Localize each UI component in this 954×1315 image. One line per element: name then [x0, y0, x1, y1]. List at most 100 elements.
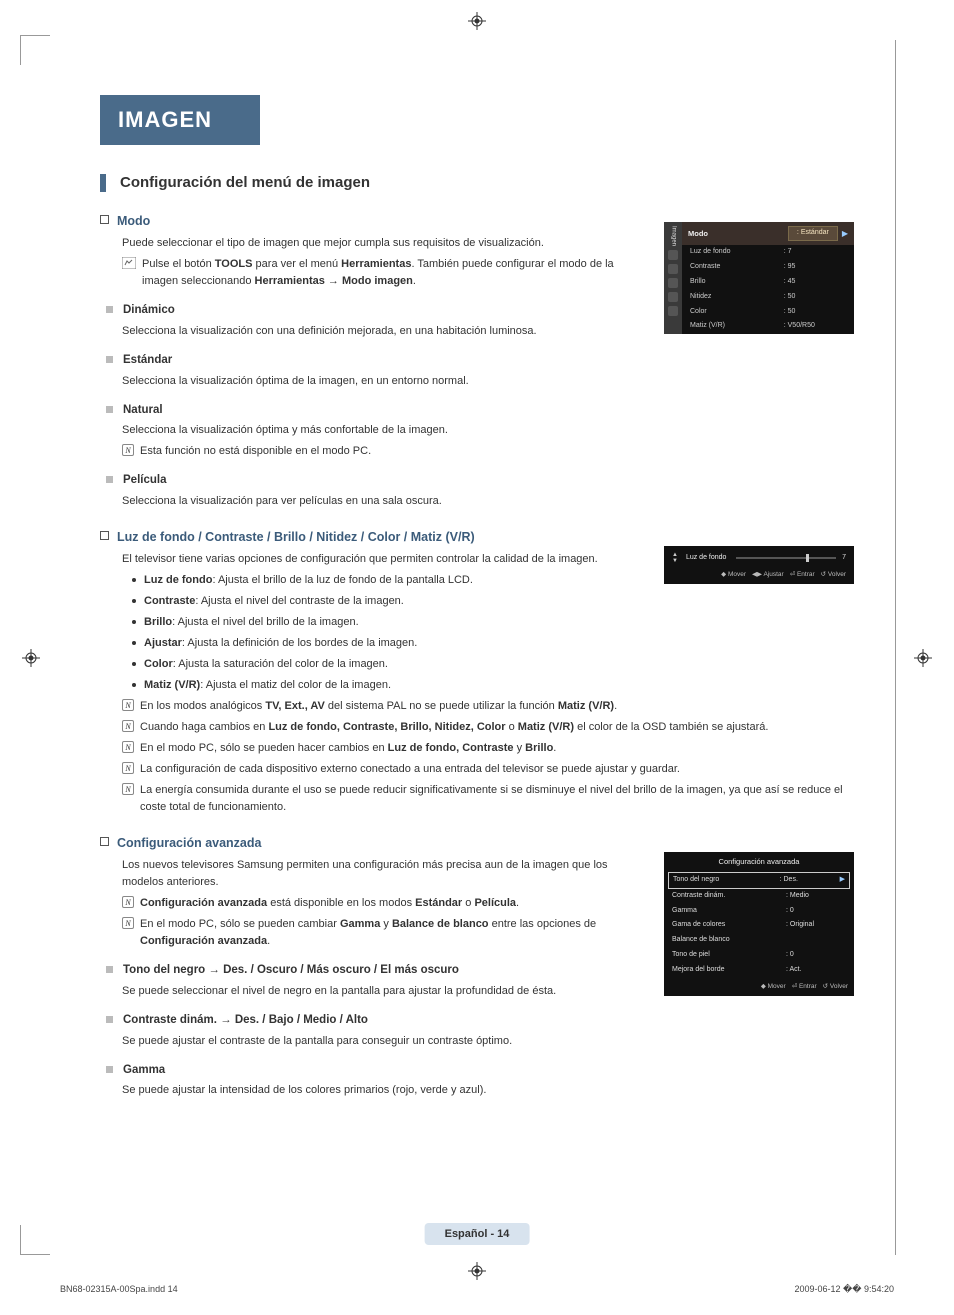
- osd-tab-icon: [668, 264, 678, 274]
- bullet-text: Ajustar: Ajusta la definición de los bor…: [144, 635, 417, 652]
- crop-line-right: [895, 40, 896, 1255]
- mode-desc: Selecciona la visualización para ver pel…: [122, 493, 854, 510]
- osd-modo-label: Modo: [688, 228, 708, 240]
- square-bullet-icon: [100, 837, 109, 846]
- mode-name: Dinámico: [123, 302, 175, 320]
- mode-name: Estándar: [123, 352, 172, 370]
- osd-adv-row: Contraste dinám.: Medio: [664, 889, 854, 904]
- note-text: Cuando haga cambios en Luz de fondo, Con…: [140, 719, 768, 736]
- section-heading-row: Configuración del menú de imagen: [100, 171, 854, 194]
- print-timestamp: 2009-06-12 �� 9:54:20: [794, 1284, 894, 1295]
- crop-mark-tl: [20, 35, 50, 65]
- tools-note-row: Pulse el botón TOOLS para ver el menú He…: [122, 256, 652, 290]
- note-icon: N: [122, 783, 134, 795]
- osd-cell: : 50: [776, 305, 854, 320]
- tools-icon: [122, 257, 136, 275]
- tools-note-text: Pulse el botón TOOLS para ver el menú He…: [142, 256, 652, 290]
- osd-modo-header-row: Modo : Estándar ▶: [682, 222, 854, 245]
- grey-square-icon: [106, 306, 113, 313]
- note-icon: N: [122, 699, 134, 711]
- page-footer: Español - 14: [425, 1223, 530, 1245]
- osd-side-tabs: Imagen: [664, 222, 682, 334]
- osd-cell: Color: [682, 305, 776, 320]
- osd-slider-track: [736, 557, 836, 559]
- note-row: N Esta función no está disponible en el …: [122, 443, 854, 460]
- sub-heading-text: Modo: [117, 212, 150, 231]
- note-text: En el modo PC, sólo se pueden cambiar Ga…: [140, 916, 652, 950]
- mode-name: Película: [123, 472, 166, 490]
- grey-square-icon: [106, 966, 113, 973]
- registration-mark-right: [914, 649, 932, 667]
- note-icon: N: [122, 917, 134, 929]
- osd-cell: Luz de fondo: [682, 245, 776, 260]
- sub-heading-text: Luz de fondo / Contraste / Brillo / Niti…: [117, 528, 475, 547]
- note-text: Configuración avanzada está disponible e…: [140, 895, 519, 912]
- osd-slider-panel: ▲▼ Luz de fondo 7 ◆ Mover ◀▶ Ajustar ⏎ E…: [664, 546, 854, 584]
- dot-bullet-icon: [132, 620, 136, 624]
- osd-adv-title: Configuración avanzada: [664, 852, 854, 872]
- osd-cell: : 95: [776, 260, 854, 275]
- osd-cell: : 45: [776, 275, 854, 290]
- chevron-right-icon: ▶: [842, 228, 848, 240]
- mode-desc: Selecciona la visualización óptima de la…: [122, 373, 854, 390]
- bullet-text: Luz de fondo: Ajusta el brillo de la luz…: [144, 572, 473, 589]
- note-icon: N: [122, 444, 134, 456]
- crop-mark-bl: [20, 1225, 50, 1255]
- osd-panel-modo: Imagen Modo : Estándar ▶: [664, 222, 854, 334]
- osd-adv-row: Balance de blanco: [664, 933, 854, 948]
- osd-cell: Nitidez: [682, 290, 776, 305]
- mode-name: Contraste dinám. → Des. / Bajo / Medio /…: [123, 1012, 368, 1030]
- osd-modo-table: Luz de fondo: 7 Contraste: 95 Brillo: 45…: [682, 245, 854, 334]
- note-icon: N: [122, 720, 134, 732]
- osd-adv-row-selected: Tono del negro: Des.▶: [668, 872, 850, 889]
- chapter-tab: IMAGEN: [100, 95, 260, 145]
- osd-modo-value: : Estándar: [788, 226, 838, 241]
- print-file: BN68-02315A-00Spa.indd 14: [60, 1284, 178, 1295]
- dot-bullet-icon: [132, 683, 136, 687]
- dot-bullet-icon: [132, 599, 136, 603]
- osd-cell: : 7: [776, 245, 854, 260]
- bullet-text: Color: Ajusta la saturación del color de…: [144, 656, 388, 673]
- osd-cell: Contraste: [682, 260, 776, 275]
- osd-side-label: Imagen: [668, 226, 677, 246]
- note-icon: N: [122, 896, 134, 908]
- mode-desc: Se puede ajustar la intensidad de los co…: [122, 1082, 854, 1099]
- note-icon: N: [122, 741, 134, 753]
- registration-mark-left: [22, 649, 40, 667]
- page-number-pill: Español - 14: [425, 1223, 530, 1245]
- osd-cell-dim: : V50/R50: [776, 319, 854, 334]
- section-bar-icon: [100, 174, 106, 192]
- print-info-line: BN68-02315A-00Spa.indd 14 2009-06-12 �� …: [60, 1284, 894, 1295]
- square-bullet-icon: [100, 215, 109, 224]
- bullet-text: Brillo: Ajusta el nivel del brillo de la…: [144, 614, 359, 631]
- osd-nav-hints: ◆ Mover ◀▶ Ajustar ⏎ Entrar ↺ Volver: [672, 570, 846, 580]
- note-text: En los modos analógicos TV, Ext., AV del…: [140, 698, 617, 715]
- dot-bullet-icon: [132, 578, 136, 582]
- bullet-text: Matiz (V/R): Ajusta el matiz del color d…: [144, 677, 391, 694]
- section-title: Configuración del menú de imagen: [120, 171, 370, 194]
- osd-nav-hints: ◆ Mover ⏎ Entrar ↺ Volver: [664, 978, 854, 996]
- osd-slider-thumb: [806, 554, 809, 562]
- osd-tab-icon: [668, 306, 678, 316]
- grey-square-icon: [106, 476, 113, 483]
- osd-cell-dim: Matiz (V/R): [682, 319, 776, 334]
- grey-square-icon: [106, 1016, 113, 1023]
- sub-heading-text: Configuración avanzada: [117, 834, 261, 853]
- bullet-text: Contraste: Ajusta el nivel del contraste…: [144, 593, 404, 610]
- osd-adv-row: Gamma: 0: [664, 904, 854, 919]
- grey-square-icon: [106, 406, 113, 413]
- dot-bullet-icon: [132, 641, 136, 645]
- osd-cell: : 50: [776, 290, 854, 305]
- chevron-right-icon: ▶: [840, 875, 845, 886]
- note-text: La configuración de cada dispositivo ext…: [140, 761, 680, 778]
- sub-heading-modo: Modo: [100, 212, 652, 231]
- registration-mark-top: [468, 12, 486, 30]
- osd-tab-icon: [668, 278, 678, 288]
- osd-adv-row: Gama de colores: Original: [664, 918, 854, 933]
- dot-bullet-icon: [132, 662, 136, 666]
- registration-mark-bottom: [468, 1262, 486, 1280]
- mode-name: Gamma: [123, 1062, 165, 1080]
- mode-desc: Se puede ajustar el contraste de la pant…: [122, 1033, 854, 1050]
- mode-name: Natural: [123, 402, 163, 420]
- osd-tab-icon: [668, 292, 678, 302]
